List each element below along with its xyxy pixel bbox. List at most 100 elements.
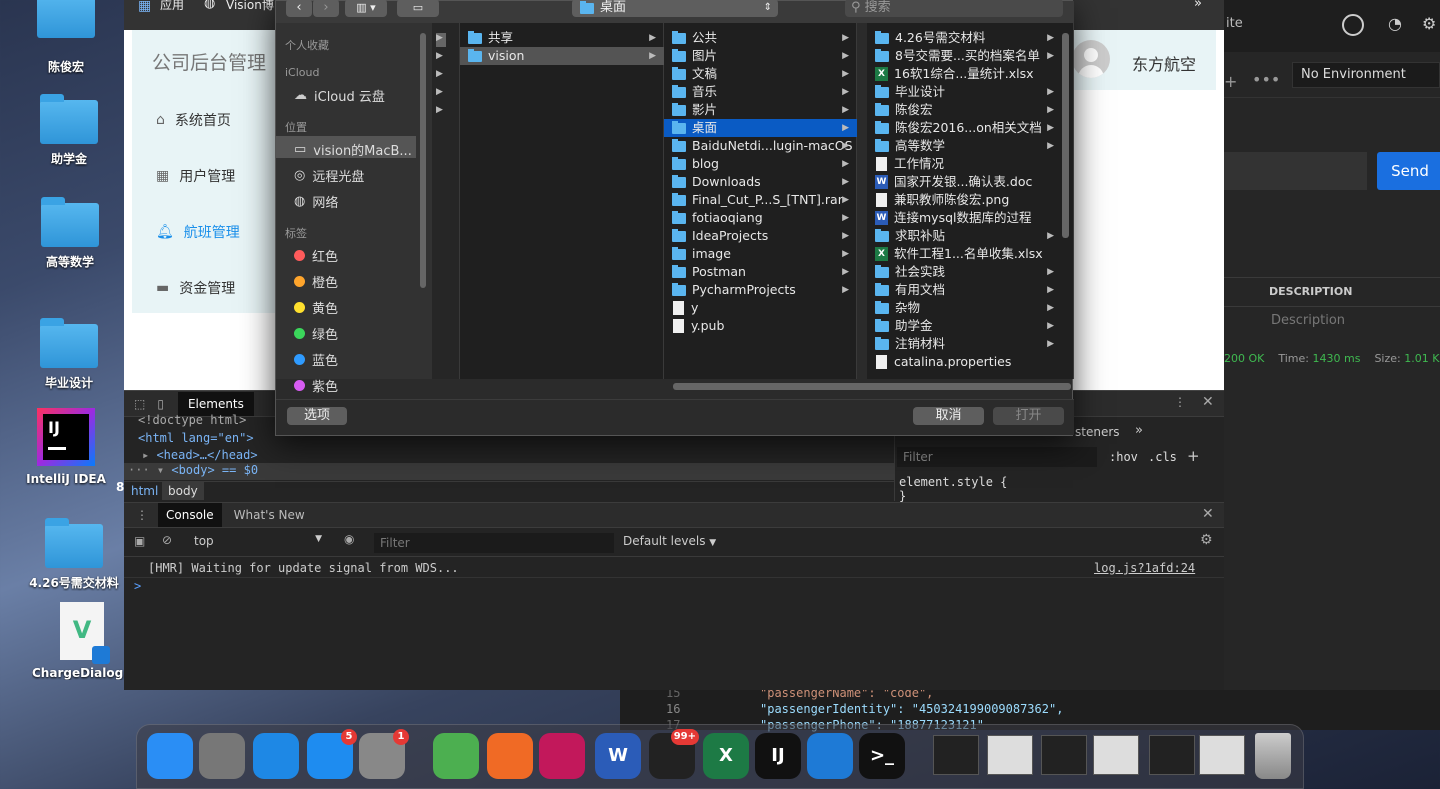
sidebar-scrollbar[interactable] [420, 33, 426, 288]
file-item[interactable]: Downloads ▶ [664, 173, 857, 191]
send-button[interactable]: Send [1377, 152, 1440, 190]
location-select[interactable]: 桌面 ⇕ [572, 0, 778, 17]
file-item[interactable]: 文稿 ▶ [664, 65, 857, 83]
file-item[interactable]: vision ▶ [460, 47, 664, 65]
console-prompt[interactable]: > [134, 579, 141, 593]
file-item[interactable]: 杂物 ▶ [867, 299, 1062, 317]
dock-finder-icon[interactable] [147, 733, 193, 779]
satellite-icon[interactable]: ◔ [1388, 14, 1402, 33]
file-item[interactable]: 高等数学 ▶ [867, 137, 1062, 155]
file-item[interactable]: fotiaoqiang ▶ [664, 209, 857, 227]
desktop-item-0[interactable]: 陈俊宏 [16, 0, 116, 75]
drawer-close-icon[interactable]: ✕ [1202, 506, 1214, 522]
dom-body[interactable]: ··· ▾ <body> == $0 [124, 463, 894, 480]
file-item[interactable]: 陈俊宏2016...on相关文档 ▶ [867, 119, 1062, 137]
file-item[interactable]: 有用文档 ▶ [867, 281, 1062, 299]
file-item[interactable]: W 国家开发银...确认表.doc [867, 173, 1062, 191]
dock-window-thumbnail[interactable] [1041, 735, 1087, 775]
file-item[interactable]: y.pub [664, 317, 857, 335]
desktop-item-4[interactable]: IJ IntelliJ IDEA [16, 408, 116, 486]
file-item[interactable]: 毕业设计 ▶ [867, 83, 1062, 101]
dock-app-store-icon[interactable]: 5 [307, 729, 357, 779]
file-item[interactable]: PycharmProjects ▶ [664, 281, 857, 299]
file-item[interactable]: W 连接mysql数据库的过程 [867, 209, 1062, 227]
trash-icon[interactable] [1255, 733, 1291, 779]
menu-item-funds[interactable]: ▬ 资金管理 [156, 278, 235, 298]
tab-console[interactable]: Console [158, 503, 222, 527]
avatar[interactable] [1072, 40, 1110, 78]
file-item[interactable]: 陈俊宏 ▶ [867, 101, 1062, 119]
tab-whats-new[interactable]: What's New [234, 508, 305, 522]
file-item[interactable]: 桌面 ▶ [664, 119, 857, 137]
new-folder-button[interactable]: ▭ [397, 0, 439, 17]
dock-chrome-icon[interactable] [433, 733, 479, 779]
file-item[interactable]: 社会实践 ▶ [867, 263, 1062, 281]
dock-excel-icon[interactable]: X [703, 733, 749, 779]
dock-word-icon[interactable]: W [595, 733, 641, 779]
dock-window-thumbnail[interactable] [933, 735, 979, 775]
bookmark-apps[interactable]: 应用 [160, 0, 184, 13]
file-item[interactable]: 注销材料 ▶ [867, 335, 1062, 353]
file-item[interactable]: 公共 ▶ [664, 29, 857, 47]
sidebar-toggle-icon[interactable]: ▣ [134, 534, 145, 548]
dom-head[interactable]: ▸ <head>…</head> [142, 448, 258, 462]
desktop-item-3[interactable]: 毕业设计 [19, 318, 119, 391]
file-item[interactable]: 工作情况 [867, 155, 1062, 173]
user-name[interactable]: 东方航空 [1132, 51, 1196, 75]
open-button[interactable]: 打开 [993, 407, 1064, 425]
file-item[interactable]: blog ▶ [664, 155, 857, 173]
crumb-html[interactable]: html [131, 484, 158, 498]
tab-elements[interactable]: Elements [177, 391, 254, 416]
styles-filter[interactable]: Filter [897, 447, 1097, 467]
crumb-body[interactable]: body [162, 482, 204, 500]
dock-vscode-icon[interactable] [807, 733, 853, 779]
console-settings-icon[interactable]: ⚙ [1200, 532, 1213, 548]
sidebar-remote-disc[interactable]: ◎ 远程光盘 [294, 166, 364, 185]
sync-off-icon[interactable] [1342, 14, 1364, 36]
sidebar-icloud-drive[interactable]: ☁ iCloud 云盘 [294, 86, 385, 105]
drawer-menu-icon[interactable]: ⋮ [136, 508, 148, 522]
dock-window-thumbnail[interactable] [987, 735, 1033, 775]
view-mode-button[interactable]: ▥ ▾ [345, 0, 387, 17]
horizontal-scrollbar[interactable] [673, 383, 1071, 390]
dock-launchpad-icon[interactable] [199, 733, 245, 779]
forward-button[interactable]: › [313, 0, 339, 17]
bookmark-vision[interactable]: Vision博 [226, 0, 274, 13]
file-item[interactable]: 4.26号需交材料 ▶ [867, 29, 1062, 47]
file-item[interactable]: 兼职教师陈俊宏.png [867, 191, 1062, 209]
url-input[interactable] [1224, 152, 1367, 190]
file-item[interactable]: y [664, 299, 857, 317]
levels-select[interactable]: Default levels ▼ [623, 534, 716, 548]
file-item[interactable]: 影片 ▶ [664, 101, 857, 119]
menu-item-home[interactable]: ⌂ 系统首页 [156, 110, 231, 130]
desktop-item-1[interactable]: 助学金 [19, 94, 119, 167]
inspect-icon[interactable]: ⬚ [134, 397, 145, 411]
file-item[interactable]: catalina.properties [867, 353, 1062, 371]
more-tabs-icon[interactable]: ••• [1252, 70, 1280, 89]
console-source-link[interactable]: log.js?1afd:24 [1094, 561, 1195, 575]
tag-blue[interactable]: 蓝色 [294, 350, 338, 369]
dock-window-thumbnail[interactable] [1093, 735, 1139, 775]
menu-item-flights[interactable]: 🔔︎ 航班管理 [156, 222, 240, 242]
description-input[interactable]: Description [1271, 313, 1345, 328]
file-item[interactable]: 8号交需要...买的档案名单 ▶ [867, 47, 1062, 65]
cls-toggle[interactable]: .cls [1148, 450, 1177, 464]
desktop-item-2[interactable]: 高等数学 [20, 197, 120, 270]
device-toggle-icon[interactable]: ▯ [157, 397, 164, 411]
tag-red[interactable]: 红色 [294, 246, 338, 265]
dock-postman-icon[interactable] [487, 733, 533, 779]
dock-creative-cloud-icon[interactable] [539, 733, 585, 779]
tag-yellow[interactable]: 黄色 [294, 298, 338, 317]
vertical-scrollbar[interactable] [1062, 33, 1069, 238]
desktop-item-5[interactable]: 4.26号需交材料 [24, 518, 124, 591]
cancel-button[interactable]: 取消 [913, 407, 984, 425]
file-item[interactable]: 共享 ▶ [460, 29, 664, 47]
dock-intellij-icon[interactable]: IJ [755, 733, 801, 779]
dock-safari-icon[interactable] [253, 733, 299, 779]
file-item[interactable]: image ▶ [664, 245, 857, 263]
options-button[interactable]: 选项 [287, 407, 347, 425]
devtools-close-icon[interactable]: ✕ [1202, 394, 1214, 410]
tag-green[interactable]: 绿色 [294, 324, 338, 343]
dock-terminal-icon[interactable]: >_ [859, 733, 905, 779]
file-item[interactable]: X 16软1综合...量统计.xlsx [867, 65, 1062, 83]
